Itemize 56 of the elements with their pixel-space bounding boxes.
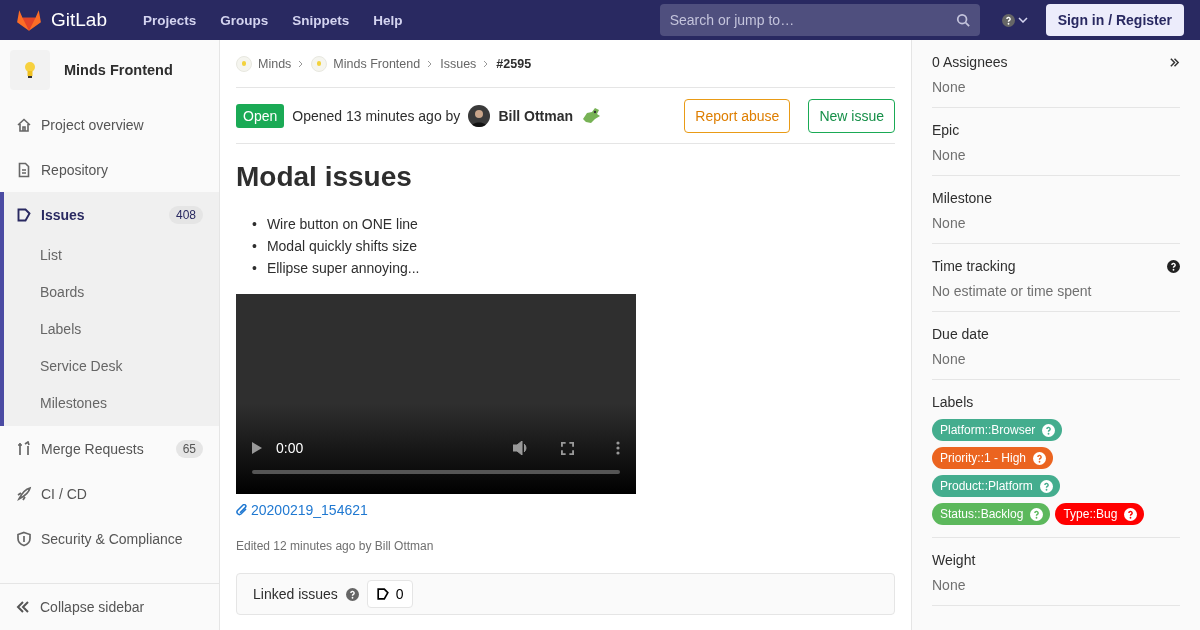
sidebar-item[interactable]: Security & Compliance <box>0 516 219 561</box>
description-item: Ellipse super annoying... <box>266 259 420 278</box>
top-nav-link[interactable]: Projects <box>135 6 205 34</box>
sidebar-subitem[interactable]: Service Desk <box>4 348 219 385</box>
top-nav-link[interactable]: Groups <box>212 6 277 34</box>
brand-name[interactable]: GitLab <box>51 9 107 31</box>
breadcrumb-link[interactable]: Minds Frontend <box>311 55 421 72</box>
bullet-mark: • <box>252 259 257 278</box>
linked-count-button[interactable]: 0 <box>366 580 413 608</box>
sidebar-block-title: Milestone <box>932 190 992 206</box>
new-issue-button[interactable]: New issue <box>808 98 895 133</box>
status-badge: Open <box>236 103 285 128</box>
sidebar-item[interactable]: Repository <box>0 147 219 192</box>
sidebar-block-value: No estimate or time spent <box>932 283 1093 299</box>
sidebar-item[interactable]: Project overview <box>0 102 219 147</box>
bullet-mark: • <box>252 237 257 256</box>
breadcrumb-link[interactable]: Minds <box>236 55 292 72</box>
count-badge: 65 <box>175 439 203 458</box>
sidebar-block-title: Epic <box>932 122 960 138</box>
sidebar-subitem[interactable]: List <box>4 237 219 274</box>
sidebar-block-title: Time tracking <box>932 258 1016 274</box>
sidebar-subitem[interactable]: Milestones <box>4 385 219 422</box>
author-link[interactable]: Bill Ottman <box>498 107 574 124</box>
sign-in-button[interactable]: Sign in / Register <box>1045 4 1184 36</box>
label-tag[interactable]: Type::Bug <box>1055 503 1145 525</box>
sidebar-block-title: 0 Assignees <box>932 54 1008 70</box>
breadcrumb-link[interactable]: Issues <box>440 56 477 71</box>
sidebar-block-value: None <box>932 147 967 163</box>
breadcrumb-link[interactable]: #2595 <box>496 56 532 71</box>
search-field[interactable]: Search or jump to… <box>659 4 980 36</box>
description-item: Modal quickly shifts size <box>266 237 418 256</box>
video-player[interactable]: 0:00 <box>236 294 636 494</box>
opened-text: Opened 13 minutes ago by <box>292 107 461 124</box>
sidebar-block-value: None <box>932 79 967 95</box>
sidebar-block-title: Weight <box>932 552 976 568</box>
sidebar-block-value: None <box>932 215 967 231</box>
project-name[interactable]: Minds Frontend <box>64 62 173 78</box>
sidebar-block-value: None <box>932 577 967 593</box>
bullet-mark: • <box>252 215 257 234</box>
sidebar-block-value: None <box>932 351 967 367</box>
attachment-link[interactable]: 20200219_154621 <box>236 502 368 518</box>
sidebar-item[interactable]: CI / CD <box>0 471 219 516</box>
sidebar-item[interactable]: Issues 408 <box>4 192 219 237</box>
sidebar-subitem[interactable]: Boards <box>4 274 219 311</box>
top-nav-link[interactable]: Help <box>365 6 411 34</box>
issue-title: Modal issues <box>236 161 413 193</box>
video-time: 0:00 <box>276 440 304 456</box>
sidebar-block-title: Labels <box>932 394 974 410</box>
description-item: Wire button on ONE line <box>266 215 418 234</box>
top-nav-link[interactable]: Snippets <box>284 6 358 34</box>
edited-note: Edited 12 minutes ago by Bill Ottman <box>236 539 435 553</box>
sidebar-block-title: Due date <box>932 326 989 342</box>
sidebar-item[interactable]: Merge Requests 65 <box>0 426 219 471</box>
sidebar-subitem[interactable]: Labels <box>4 311 219 348</box>
count-badge: 408 <box>168 205 203 224</box>
linked-issues-heading: Linked issues <box>253 586 338 602</box>
